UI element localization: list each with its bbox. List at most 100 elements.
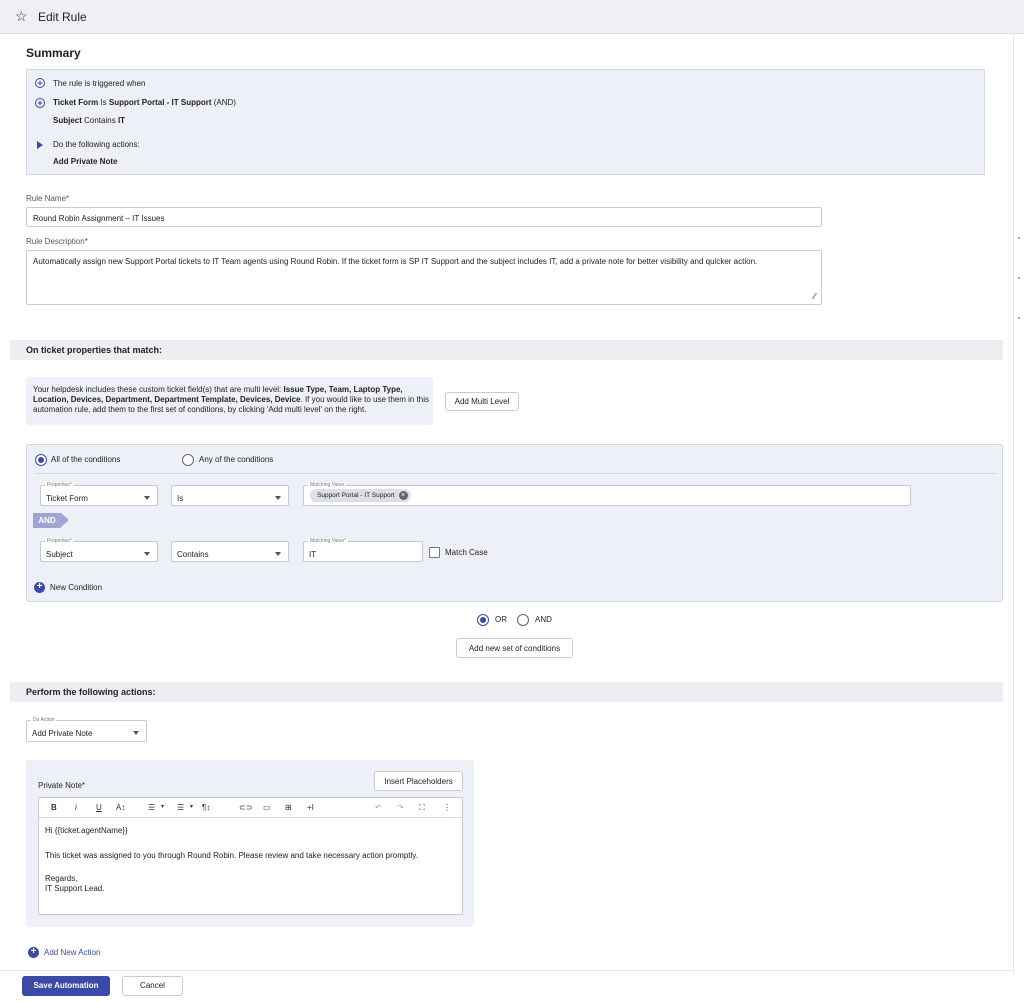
dropdown-arrow-icon bbox=[275, 552, 281, 556]
page-header: ☆ Edit Rule bbox=[0, 0, 1024, 34]
operator-select-2[interactable]: Contains bbox=[171, 541, 289, 562]
underline-icon[interactable]: U bbox=[96, 803, 102, 812]
remove-chip-icon[interactable]: × bbox=[398, 491, 408, 500]
do-action-select[interactable]: Do Action Add Private Note bbox=[26, 717, 147, 742]
do-action-float-label: Do Action bbox=[31, 717, 57, 723]
private-note-label: Private Note* bbox=[38, 781, 86, 790]
ordered-list-icon[interactable]: ☰ bbox=[148, 803, 155, 812]
value-chip: Support Portal - IT Support × bbox=[310, 489, 411, 502]
font-size-icon[interactable]: A↕ bbox=[116, 803, 125, 812]
sparkle-star-icon: ☆ bbox=[15, 8, 28, 24]
link-icon[interactable]: ⊂⊃ bbox=[239, 803, 252, 812]
multi-level-info-text: Your helpdesk includes these custom tick… bbox=[33, 385, 430, 414]
editor-line: IT Support Lead. bbox=[45, 884, 105, 893]
expand-circle-icon[interactable]: + bbox=[35, 78, 45, 88]
dropdown-arrow-icon bbox=[144, 552, 150, 556]
editor-line: Hi {{ticket.agentName}} bbox=[45, 826, 128, 835]
cancel-button[interactable]: Cancel bbox=[122, 976, 183, 996]
property-select-value: Ticket Form bbox=[46, 494, 88, 503]
summary-panel: + The rule is triggered when + Ticket Fo… bbox=[26, 69, 985, 175]
summary-condition-2: Subject Contains IT bbox=[53, 116, 126, 125]
all-conditions-radio[interactable] bbox=[35, 454, 47, 466]
more-options-icon[interactable]: ⋮ bbox=[443, 803, 451, 812]
matching-value-float-label: Matching Value* bbox=[308, 538, 349, 544]
dot-marker bbox=[1018, 237, 1020, 239]
dropdown-arrow-icon bbox=[133, 731, 139, 735]
rule-description-textarea[interactable]: Automatically assign new Support Portal … bbox=[26, 250, 822, 305]
bold-icon[interactable]: B bbox=[51, 803, 57, 812]
and-connector-label: AND bbox=[33, 513, 61, 528]
dot-marker bbox=[1018, 317, 1020, 319]
chevron-down-icon[interactable]: ▾ bbox=[190, 803, 193, 810]
italic-icon[interactable]: i bbox=[75, 803, 77, 812]
rule-description-text: Automatically assign new Support Portal … bbox=[33, 257, 758, 266]
image-icon[interactable]: ▭ bbox=[263, 803, 271, 812]
actions-section-header: Perform the following actions: bbox=[10, 682, 1003, 702]
conditions-section-header: On ticket properties that match: bbox=[10, 340, 1003, 360]
insert-field-icon[interactable]: +I bbox=[307, 803, 314, 812]
and-connector-tag: AND bbox=[33, 513, 70, 528]
multi-level-info: Your helpdesk includes these custom tick… bbox=[26, 377, 433, 425]
rule-description-label: Rule Description* bbox=[26, 237, 88, 246]
match-case-label: Match Case bbox=[445, 548, 488, 557]
redo-icon[interactable]: ↷ bbox=[397, 803, 404, 812]
editor-line: Regards, bbox=[45, 874, 78, 883]
match-case-checkbox[interactable] bbox=[429, 547, 440, 558]
and-label: AND bbox=[535, 615, 552, 624]
conditions-section-title: On ticket properties that match: bbox=[26, 345, 163, 355]
dot-marker bbox=[1018, 277, 1020, 279]
rule-name-input[interactable]: Round Robin Assignment – IT Issues bbox=[26, 207, 822, 227]
insert-placeholders-button[interactable]: Insert Placeholders bbox=[374, 771, 463, 791]
property-select-value: Subject bbox=[46, 550, 73, 559]
table-icon[interactable]: ⊞ bbox=[285, 803, 292, 812]
property-select-2[interactable]: Properties* Subject bbox=[40, 538, 158, 562]
undo-icon[interactable]: ↶ bbox=[375, 803, 382, 812]
or-radio[interactable] bbox=[477, 614, 489, 626]
all-conditions-label: All of the conditions bbox=[51, 455, 121, 464]
paragraph-format-icon[interactable]: ¶↕ bbox=[202, 803, 210, 812]
any-conditions-label: Any of the conditions bbox=[199, 455, 274, 464]
rich-text-editor[interactable]: B i U A↕ ☰ ▾ ☰ ▾ ¶↕ ⊂⊃ ▭ ⊞ +I ↶ ↷ ⛶ ⋮ Hi… bbox=[38, 797, 463, 915]
matching-value-input-2[interactable]: Matching Value* IT bbox=[303, 538, 423, 562]
do-action-value: Add Private Note bbox=[32, 729, 93, 738]
editor-line: This ticket was assigned to you through … bbox=[45, 851, 418, 860]
property-select-1[interactable]: Properties* Ticket Form bbox=[40, 482, 158, 506]
summary-condition-1: Ticket Form Is Support Portal - IT Suppo… bbox=[53, 98, 236, 107]
editor-toolbar: B i U A↕ ☰ ▾ ☰ ▾ ¶↕ ⊂⊃ ▭ ⊞ +I ↶ ↷ ⛶ ⋮ bbox=[39, 798, 462, 818]
dropdown-arrow-icon bbox=[275, 496, 281, 500]
scrollbar-track[interactable] bbox=[1013, 34, 1014, 974]
matching-value-float-label: Matching Value bbox=[308, 482, 347, 488]
add-condition-icon[interactable]: + bbox=[34, 582, 45, 593]
footer-divider bbox=[0, 970, 1013, 971]
summary-action-value: Add Private Note bbox=[53, 157, 118, 166]
fullscreen-icon[interactable]: ⛶ bbox=[419, 803, 425, 813]
condition-set-panel: All of the conditions Any of the conditi… bbox=[26, 444, 1003, 602]
chevron-down-icon[interactable]: ▾ bbox=[161, 803, 164, 810]
summary-heading: Summary bbox=[26, 46, 81, 60]
and-connector-arrow bbox=[61, 513, 69, 527]
operator-select-value: Is bbox=[177, 494, 184, 503]
dropdown-arrow-icon bbox=[144, 496, 150, 500]
summary-actions-text: Do the following actions: bbox=[53, 140, 140, 149]
actions-section-title: Perform the following actions: bbox=[26, 687, 156, 697]
add-new-action-link[interactable]: Add New Action bbox=[44, 948, 100, 957]
operator-select-value: Contains bbox=[177, 550, 209, 559]
add-multi-level-button[interactable]: Add Multi Level bbox=[445, 392, 519, 411]
bullet-list-icon[interactable]: ☰ bbox=[177, 803, 184, 812]
rule-name-label: Rule Name* bbox=[26, 194, 70, 203]
add-condition-set-button[interactable]: Add new set of conditions bbox=[456, 638, 573, 658]
value-chip-label: Support Portal - IT Support bbox=[317, 492, 395, 499]
matching-value-input-1[interactable]: Matching Value Support Portal - IT Suppo… bbox=[303, 482, 911, 506]
new-condition-link[interactable]: New Condition bbox=[50, 583, 102, 592]
and-radio[interactable] bbox=[517, 614, 529, 626]
resize-handle-icon[interactable]: ⁄⁄ bbox=[813, 292, 816, 301]
matching-value-text: IT bbox=[309, 550, 317, 559]
page-title: Edit Rule bbox=[38, 10, 87, 24]
any-conditions-radio[interactable] bbox=[182, 454, 194, 466]
properties-float-label: Properties* bbox=[45, 538, 74, 544]
operator-select-1[interactable]: Is bbox=[171, 485, 289, 506]
save-automation-button[interactable]: Save Automation bbox=[22, 976, 110, 996]
expand-circle-icon[interactable]: + bbox=[35, 98, 45, 108]
play-triangle-icon bbox=[37, 141, 43, 149]
add-action-icon[interactable]: + bbox=[28, 947, 39, 958]
